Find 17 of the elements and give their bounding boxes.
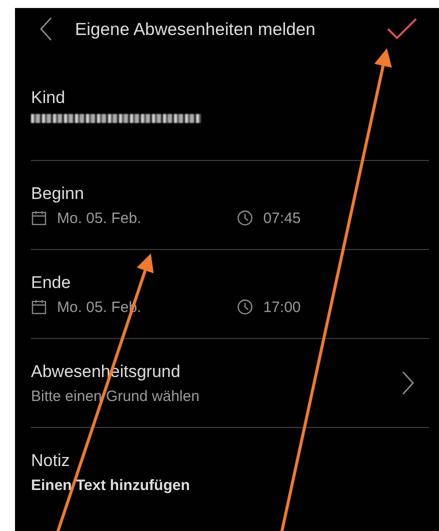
picker-placeholder[interactable]: Bitte einen Grund wählen bbox=[31, 388, 200, 404]
calendar-icon[interactable] bbox=[31, 210, 47, 226]
time-value[interactable]: 07:45 bbox=[263, 210, 301, 226]
note-placeholder[interactable]: Einen Text hinzufügen bbox=[31, 476, 190, 494]
date-value[interactable]: Mo. 05. Feb. bbox=[57, 210, 142, 226]
back-icon[interactable] bbox=[39, 17, 53, 41]
field-label: Beginn bbox=[31, 184, 84, 204]
checkmark-icon[interactable] bbox=[387, 18, 417, 40]
clock-icon[interactable] bbox=[237, 210, 254, 226]
calendar-icon[interactable] bbox=[31, 299, 47, 315]
field-label: Ende bbox=[31, 272, 71, 292]
clock-icon[interactable] bbox=[237, 299, 254, 315]
field-label: Kind bbox=[31, 88, 66, 108]
chevron-right-icon[interactable] bbox=[401, 370, 415, 396]
screen-title: Eigene Abwesenheiten melden bbox=[75, 18, 316, 40]
field-label: Notiz bbox=[31, 450, 70, 470]
time-value[interactable]: 17:00 bbox=[263, 298, 301, 316]
